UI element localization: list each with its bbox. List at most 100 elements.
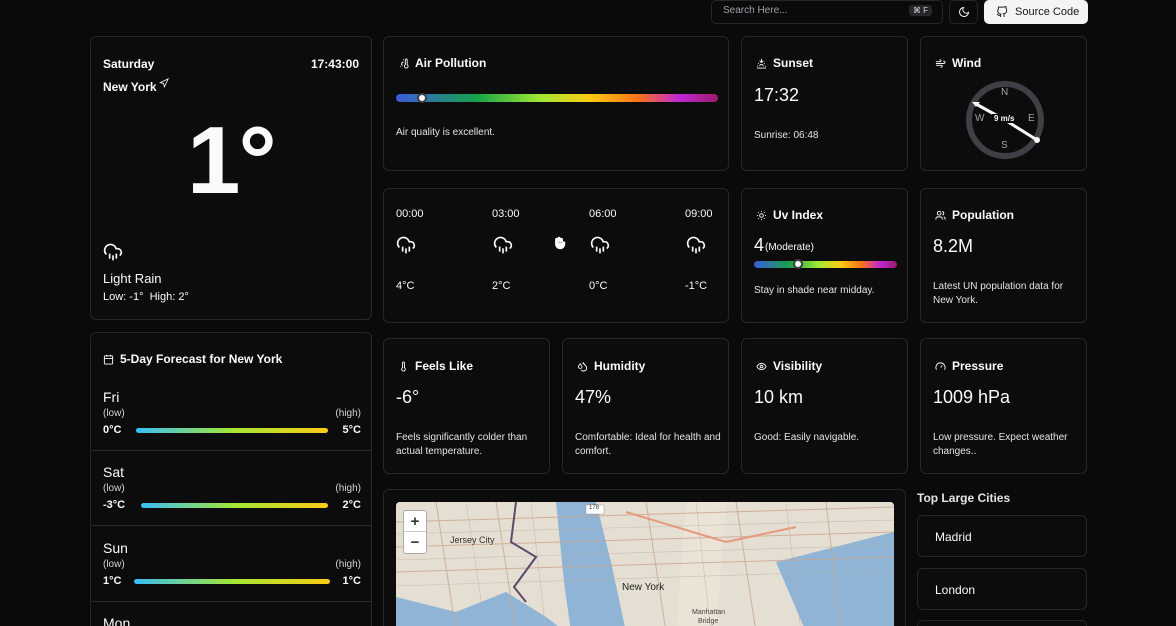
forecast-row: Sat (low) (high) -3°C 2°C xyxy=(103,464,361,514)
search-input[interactable]: Search Here... xyxy=(723,5,787,16)
moon-icon xyxy=(959,6,970,17)
air-pollution-card: Air Pollution Air quality is excellent. xyxy=(383,36,729,171)
forecast-row: Sun (low) (high) 1°C 1°C xyxy=(103,540,361,590)
temperature-range-bar xyxy=(136,428,328,433)
hour-temp: -1°C xyxy=(685,280,708,292)
forecast-low: 0°C xyxy=(103,424,122,436)
pressure-value: 1009 hPa xyxy=(933,387,1011,407)
compass-w: W xyxy=(975,113,985,124)
humidity-text: Comfortable: Ideal for health and comfor… xyxy=(575,432,721,457)
current-weather-card: Saturday 17:43:00 New York 1° Light Rain… xyxy=(90,36,372,320)
gauge-icon xyxy=(935,361,946,370)
map-label-jersey-city: Jersey City xyxy=(450,535,495,545)
high-label: (high) xyxy=(335,408,361,419)
hour-temp: 2°C xyxy=(492,280,511,292)
rain-cloud-icon xyxy=(686,236,706,254)
pressure-card: Pressure 1009 hPa Low pressure. Expect w… xyxy=(920,338,1087,474)
thermometer-sun-icon xyxy=(400,57,409,68)
temperature-range-bar xyxy=(134,579,330,584)
high-label: (high) xyxy=(335,559,361,570)
uv-index-title: Uv Index xyxy=(756,208,823,222)
forecast-day: Mon xyxy=(103,615,131,626)
command-key-icon: ⌘ xyxy=(912,6,921,15)
thermometer-icon xyxy=(401,360,406,371)
source-code-button[interactable]: Source Code xyxy=(984,0,1088,24)
map-tiles xyxy=(396,502,894,626)
city-item-london[interactable]: London xyxy=(917,568,1087,610)
zoom-out-button[interactable]: − xyxy=(404,532,426,553)
map-card: 178 Jersey City New York Manhattan Bridg… xyxy=(383,489,906,626)
users-icon xyxy=(935,210,946,220)
feels-like-card: Feels Like -6° Feels significantly colde… xyxy=(383,338,550,474)
day-label: Saturday xyxy=(103,57,155,71)
visibility-value: 10 km xyxy=(754,387,804,407)
population-title: Population xyxy=(935,208,1014,222)
feels-like-title: Feels Like xyxy=(398,359,473,373)
condition-label: Light Rain xyxy=(103,271,162,286)
compass-e: E xyxy=(1028,113,1035,124)
hour-time: 03:00 xyxy=(492,208,520,220)
wind-icon xyxy=(935,58,946,68)
humidity-card: Humidity 47% Comfortable: Ideal for heal… xyxy=(562,338,729,474)
forecast-title: 5-Day Forecast for New York xyxy=(103,352,282,366)
sunrise-time: Sunrise: 06:48 xyxy=(754,130,819,141)
rain-cloud-icon xyxy=(493,236,513,254)
zoom-in-button[interactable]: + xyxy=(404,511,426,532)
low-label: (low) xyxy=(103,408,125,419)
city-label: London xyxy=(935,583,976,597)
air-pollution-title: Air Pollution xyxy=(398,56,486,70)
low-high-label: Low: -1° High: 2° xyxy=(103,291,189,303)
hour-time: 09:00 xyxy=(685,208,713,220)
forecast-high: 1°C xyxy=(342,575,361,587)
air-quality-indicator xyxy=(416,93,427,103)
high-label: (high) xyxy=(335,483,361,494)
city-item-madrid[interactable]: Madrid xyxy=(917,515,1087,557)
air-quality-text: Air quality is excellent. xyxy=(396,127,495,138)
rain-cloud-icon xyxy=(590,236,610,254)
uv-index-card: Uv Index 4 (Moderate) Stay in shade near… xyxy=(741,188,908,323)
uv-label: (Moderate) xyxy=(765,242,814,253)
sunset-title: Sunset xyxy=(756,56,813,70)
low-label: (low) xyxy=(103,483,125,494)
wind-speed: 9 m/s xyxy=(992,114,1017,123)
population-text: Latest UN population data for New York. xyxy=(933,281,1064,306)
forecast-low: -3°C xyxy=(103,499,126,511)
hour-temp: 0°C xyxy=(589,280,608,292)
map-label-new-york: New York xyxy=(622,582,665,593)
low-label: (low) xyxy=(103,559,125,570)
visibility-card: Visibility 10 km Good: Easily navigable. xyxy=(741,338,908,474)
feels-like-value: -6° xyxy=(396,387,420,407)
rain-cloud-icon xyxy=(396,236,416,254)
current-temperature: 1° xyxy=(187,107,277,214)
compass-s: S xyxy=(1001,140,1008,151)
search-box[interactable]: Search Here... ⌘ F xyxy=(711,0,943,24)
calendar-icon xyxy=(103,354,114,365)
temperature-range-bar xyxy=(141,503,328,508)
population-value: 8.2M xyxy=(933,236,974,256)
map-label-bridge: Bridge xyxy=(698,618,719,625)
forecast-low: 1°C xyxy=(103,575,122,587)
air-quality-gradient-bar xyxy=(396,94,718,102)
pressure-text: Low pressure. Expect weather changes.. xyxy=(933,432,1068,457)
uv-value: 4 xyxy=(754,235,765,255)
clock-time: 17:43:00 xyxy=(310,57,359,71)
hour-temp: 4°C xyxy=(396,280,415,292)
map-route-label: 178 xyxy=(589,505,600,511)
city-label: Madrid xyxy=(935,530,972,544)
sunset-time: 17:32 xyxy=(754,85,800,105)
city-item-next[interactable] xyxy=(917,620,1087,626)
map-view[interactable]: 178 Jersey City New York Manhattan Bridg… xyxy=(396,502,894,626)
hour-time: 00:00 xyxy=(396,208,424,220)
top-cities-title: Top Large Cities xyxy=(917,491,1011,505)
sunset-icon xyxy=(756,58,767,69)
forecast-card: 5-Day Forecast for New York Fri (low) (h… xyxy=(90,332,372,626)
theme-toggle-button[interactable] xyxy=(949,0,978,24)
navigation-icon xyxy=(159,78,169,88)
forecast-day: Sun xyxy=(103,540,128,556)
map-label-manhattan: Manhattan xyxy=(692,609,726,616)
hourly-forecast-card: 00:00 4°C 03:00 2°C 06:00 0°C 09:00 -1°C xyxy=(383,188,729,323)
droplets-icon xyxy=(577,361,588,372)
forecast-day: Fri xyxy=(103,389,120,405)
compass-n: N xyxy=(1001,87,1009,98)
sun-icon xyxy=(756,210,767,220)
